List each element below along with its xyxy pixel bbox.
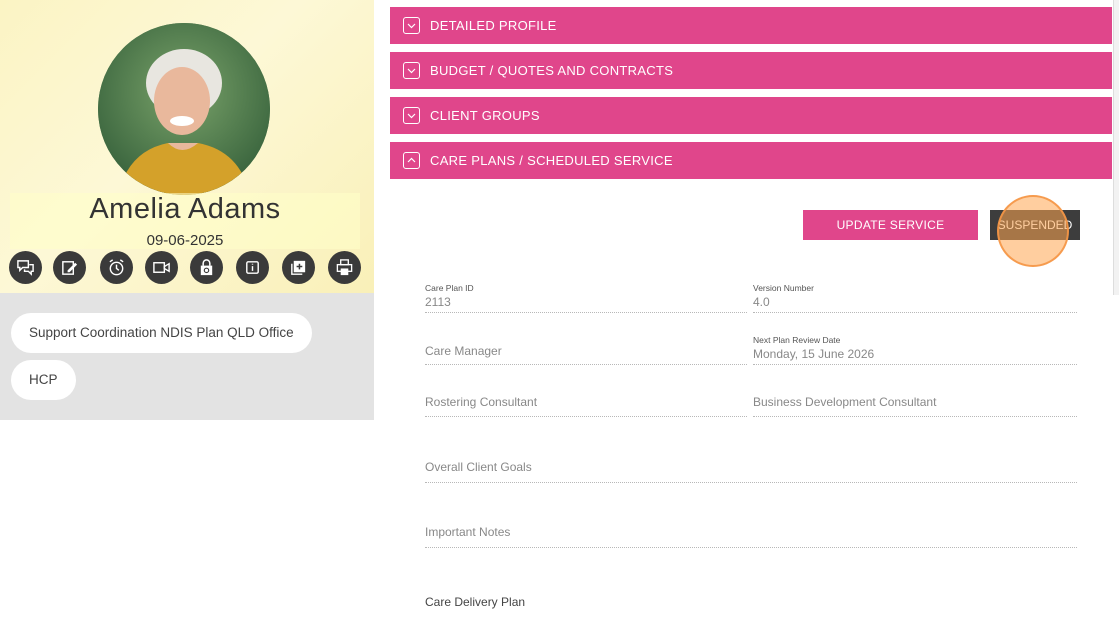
field-value: 4.0 — [753, 295, 770, 309]
field-label: Care Plan ID — [425, 283, 474, 293]
profile-header: Amelia Adams 09-06-2025 — [0, 0, 374, 293]
info-button[interactable] — [236, 251, 269, 284]
chevron-down-icon — [403, 107, 420, 124]
field-value: 2113 — [425, 295, 451, 309]
client-groups-list: Support Coordination NDIS Plan QLD Offic… — [0, 293, 374, 420]
lock-refresh-button[interactable] — [190, 251, 223, 284]
alarm-clock-icon — [109, 259, 124, 276]
click-indicator — [997, 195, 1069, 267]
chat-icon — [17, 260, 34, 276]
info-icon — [246, 261, 259, 274]
field-placeholder: Business Development Consultant — [753, 395, 937, 409]
edit-icon — [62, 261, 78, 275]
video-call-button[interactable] — [145, 251, 178, 284]
version-number-field: Version Number 4.0 — [753, 283, 1077, 313]
section-detailed-profile[interactable]: DETAILED PROFILE — [390, 7, 1112, 44]
business-development-consultant-field[interactable]: Business Development Consultant — [753, 387, 1077, 417]
edit-button[interactable] — [53, 251, 86, 284]
section-client-groups[interactable]: CLIENT GROUPS — [390, 97, 1112, 134]
next-review-date-field[interactable]: Next Plan Review Date Monday, 15 June 20… — [753, 335, 1077, 365]
field-placeholder: Rostering Consultant — [425, 395, 538, 409]
important-notes-field[interactable]: Important Notes — [425, 515, 1077, 548]
field-placeholder: Care Manager — [425, 344, 502, 358]
field-placeholder: Important Notes — [425, 525, 511, 539]
print-button[interactable] — [328, 251, 361, 284]
chevron-down-icon — [403, 62, 420, 79]
care-delivery-plan-heading: Care Delivery Plan — [425, 595, 526, 609]
client-sidebar: Amelia Adams 09-06-2025 Support Coordina… — [0, 0, 374, 420]
rostering-consultant-field[interactable]: Rostering Consultant — [425, 387, 747, 417]
care-plan-id-field: Care Plan ID 2113 — [425, 283, 747, 313]
group-tag[interactable]: HCP — [11, 360, 76, 400]
add-document-icon — [291, 260, 306, 275]
video-icon — [153, 262, 170, 273]
client-action-bar — [9, 251, 364, 285]
overall-client-goals-field[interactable]: Overall Client Goals — [425, 450, 1077, 483]
field-value: Monday, 15 June 2026 — [753, 347, 875, 361]
section-title: CLIENT GROUPS — [430, 108, 540, 123]
field-placeholder: Overall Client Goals — [425, 460, 532, 474]
care-manager-field[interactable]: Care Manager — [425, 335, 747, 365]
client-avatar — [98, 23, 270, 195]
chat-button[interactable] — [9, 251, 42, 284]
field-label: Version Number — [753, 283, 814, 293]
scrollbar[interactable] — [1112, 0, 1120, 295]
chevron-up-icon — [403, 152, 420, 169]
add-document-button[interactable] — [282, 251, 315, 284]
client-name: Amelia Adams — [89, 193, 281, 225]
client-detail-panel: DETAILED PROFILE BUDGET / QUOTES AND CON… — [374, 0, 1120, 626]
alarm-button[interactable] — [100, 251, 133, 284]
client-date: 09-06-2025 — [146, 232, 224, 249]
chevron-down-icon — [403, 17, 420, 34]
group-tag[interactable]: Support Coordination NDIS Plan QLD Offic… — [11, 313, 312, 353]
section-title: BUDGET / QUOTES AND CONTRACTS — [430, 63, 674, 78]
section-care-plans[interactable]: CARE PLANS / SCHEDULED SERVICE — [390, 142, 1112, 179]
scrollbar-thumb[interactable] — [1113, 0, 1119, 295]
section-title: CARE PLANS / SCHEDULED SERVICE — [430, 153, 673, 168]
update-service-schedule-button[interactable]: UPDATE SERVICE SCHEDULE — [803, 210, 978, 262]
print-icon — [336, 259, 353, 276]
section-budget-quotes-contracts[interactable]: BUDGET / QUOTES AND CONTRACTS — [390, 52, 1112, 89]
lock-refresh-icon — [200, 259, 213, 276]
client-name-box: Amelia Adams 09-06-2025 — [10, 193, 360, 249]
field-label: Next Plan Review Date — [753, 335, 841, 345]
section-title: DETAILED PROFILE — [430, 18, 557, 33]
